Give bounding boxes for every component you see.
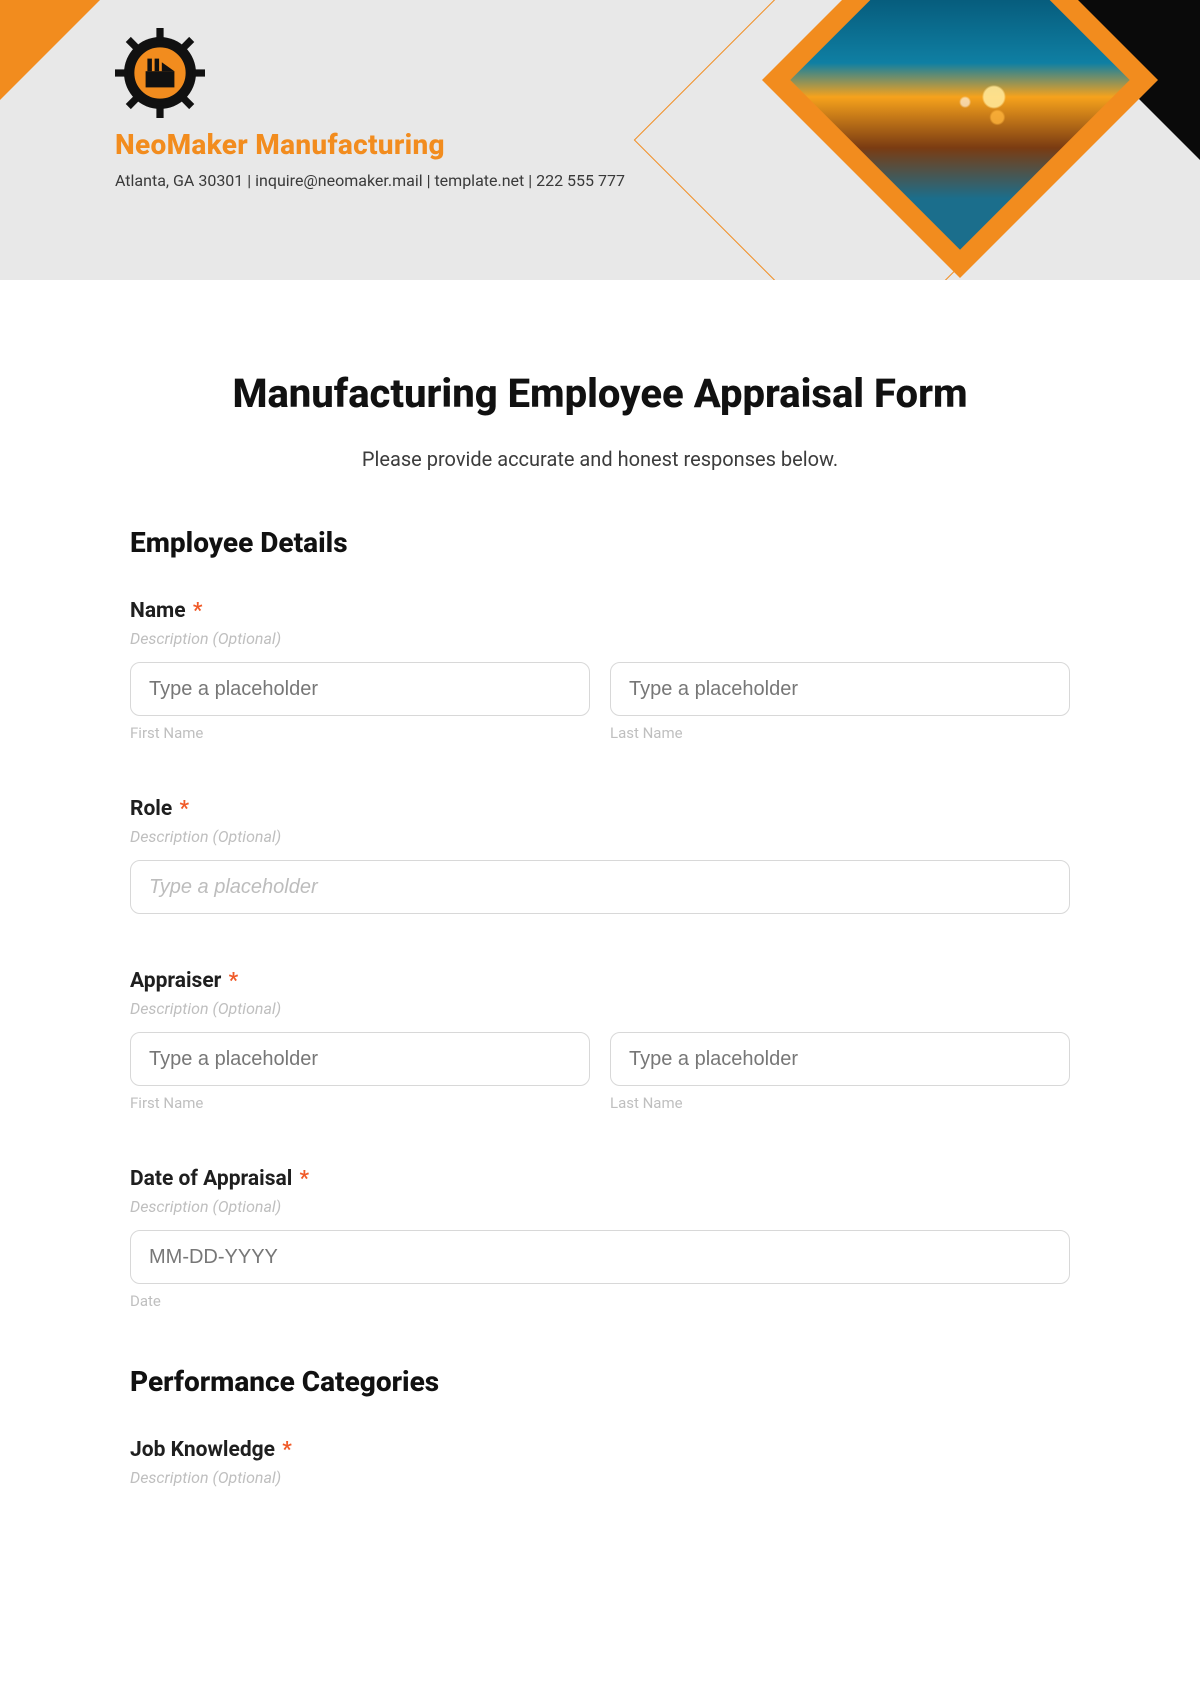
gear-logo-icon xyxy=(115,28,205,118)
desc-appraiser: Description (Optional) xyxy=(130,999,1070,1018)
input-first-name[interactable] xyxy=(130,662,590,716)
input-appraiser-first[interactable] xyxy=(130,1032,590,1086)
desc-date: Description (Optional) xyxy=(130,1197,1070,1216)
section-performance: Performance Categories xyxy=(130,1365,1070,1398)
label-appraiser-text: Appraiser xyxy=(130,969,221,993)
input-date[interactable] xyxy=(130,1230,1070,1284)
section-employee-details: Employee Details xyxy=(130,526,1070,559)
brand-contact-line: Atlanta, GA 30301 | inquire@neomaker.mai… xyxy=(115,171,625,190)
field-job-knowledge: Job Knowledge * Description (Optional) xyxy=(130,1438,1070,1487)
required-mark: * xyxy=(282,1438,292,1462)
desc-job-knowledge: Description (Optional) xyxy=(130,1468,1070,1487)
label-date: Date of Appraisal * xyxy=(130,1167,1070,1191)
header-banner: NeoMaker Manufacturing Atlanta, GA 30301… xyxy=(0,0,1200,280)
page-subtitle: Please provide accurate and honest respo… xyxy=(130,447,1070,471)
sublabel-first-name: First Name xyxy=(130,724,590,742)
label-role: Role * xyxy=(130,797,1070,821)
label-date-text: Date of Appraisal xyxy=(130,1167,292,1191)
field-appraiser: Appraiser * Description (Optional) First… xyxy=(130,969,1070,1112)
label-appraiser: Appraiser * xyxy=(130,969,1070,993)
label-role-text: Role xyxy=(130,797,172,821)
input-appraiser-last[interactable] xyxy=(610,1032,1070,1086)
required-mark: * xyxy=(229,969,239,993)
required-mark: * xyxy=(179,797,189,821)
brand-block: NeoMaker Manufacturing Atlanta, GA 30301… xyxy=(115,28,625,190)
sublabel-last-name: Last Name xyxy=(610,724,1070,742)
field-role: Role * Description (Optional) xyxy=(130,797,1070,914)
sublabel-appraiser-last: Last Name xyxy=(610,1094,1070,1112)
desc-name: Description (Optional) xyxy=(130,629,1070,648)
sublabel-appraiser-first: First Name xyxy=(130,1094,590,1112)
required-mark: * xyxy=(193,599,203,623)
required-mark: * xyxy=(300,1167,310,1191)
label-name-text: Name xyxy=(130,599,186,623)
input-last-name[interactable] xyxy=(610,662,1070,716)
decor-triangle-top-left xyxy=(0,0,100,100)
input-role[interactable] xyxy=(130,860,1070,914)
label-name: Name * xyxy=(130,599,1070,623)
label-job-knowledge: Job Knowledge * xyxy=(130,1438,1070,1462)
page-title: Manufacturing Employee Appraisal Form xyxy=(130,370,1070,417)
desc-role: Description (Optional) xyxy=(130,827,1070,846)
label-job-knowledge-text: Job Knowledge xyxy=(130,1438,275,1462)
sublabel-date: Date xyxy=(130,1292,1070,1310)
field-date: Date of Appraisal * Description (Optiona… xyxy=(130,1167,1070,1310)
brand-name: NeoMaker Manufacturing xyxy=(115,128,625,161)
form-page: Manufacturing Employee Appraisal Form Pl… xyxy=(0,280,1200,1561)
field-name: Name * Description (Optional) First Name… xyxy=(130,599,1070,742)
